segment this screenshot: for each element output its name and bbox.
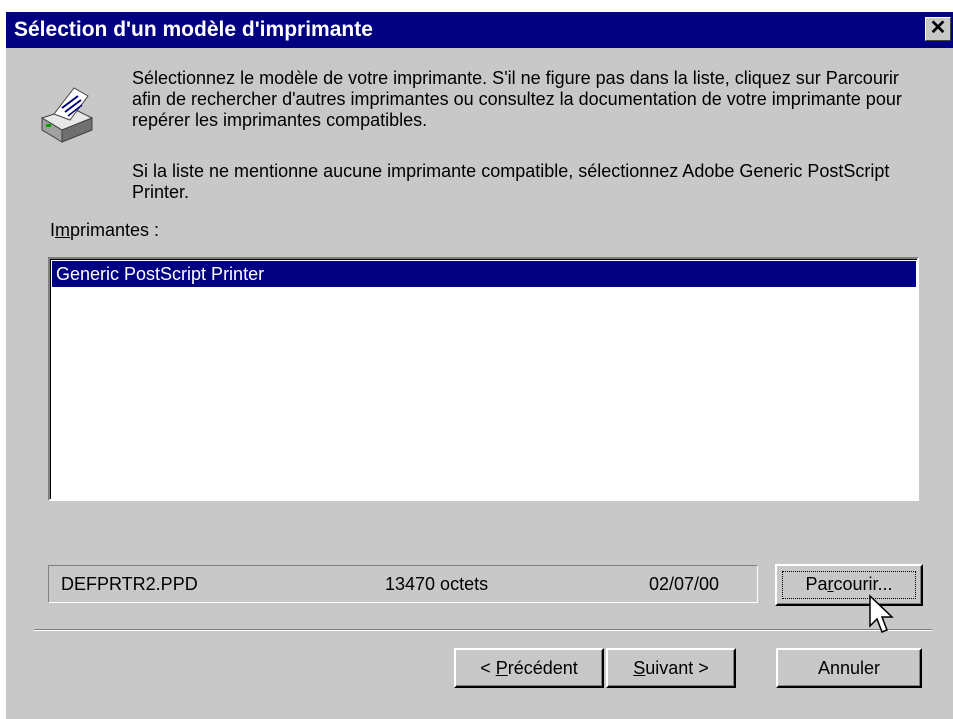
printers-listbox[interactable]: Generic PostScript Printer [48,257,919,501]
close-button[interactable]: ✕ [925,17,951,41]
printer-icon [40,87,94,143]
printer-list-item-selected[interactable]: Generic PostScript Printer [52,261,916,287]
title-bar: Sélection d'un modèle d'imprimante ✕ [6,12,953,48]
ppd-file-date: 02/07/00 [649,574,720,594]
cancel-button[interactable]: Annuler [776,648,922,688]
next-button[interactable]: Suivant > [606,648,736,688]
window-title: Sélection d'un modèle d'imprimante [14,18,373,41]
fallback-instruction-text: Si la liste ne mentionne aucune impriman… [132,161,890,202]
printers-list-label: Imprimantes : [50,220,160,240]
ppd-filename: DEFPRTR2.PPD [61,574,198,594]
printer-model-dialog: Sélection d'un modèle d'imprimante ✕ Sél… [6,12,953,719]
instruction-text: Sélectionnez le modèle de votre impriman… [132,68,902,130]
browse-button[interactable]: Parcourir... [775,564,923,606]
previous-button[interactable]: < Précédent [454,648,604,688]
previous-button-label: < Précédent [480,658,578,678]
mouse-cursor-icon [869,594,894,633]
separator [34,629,932,631]
close-icon: ✕ [929,17,947,39]
browse-button-label: Parcourir... [805,574,893,594]
cancel-button-label: Annuler [817,658,881,678]
ppd-file-size: 13470 octets [385,574,489,594]
ppd-file-info: DEFPRTR2.PPD 13470 octets 02/07/00 [48,565,758,603]
next-button-label: Suivant > [633,658,709,678]
